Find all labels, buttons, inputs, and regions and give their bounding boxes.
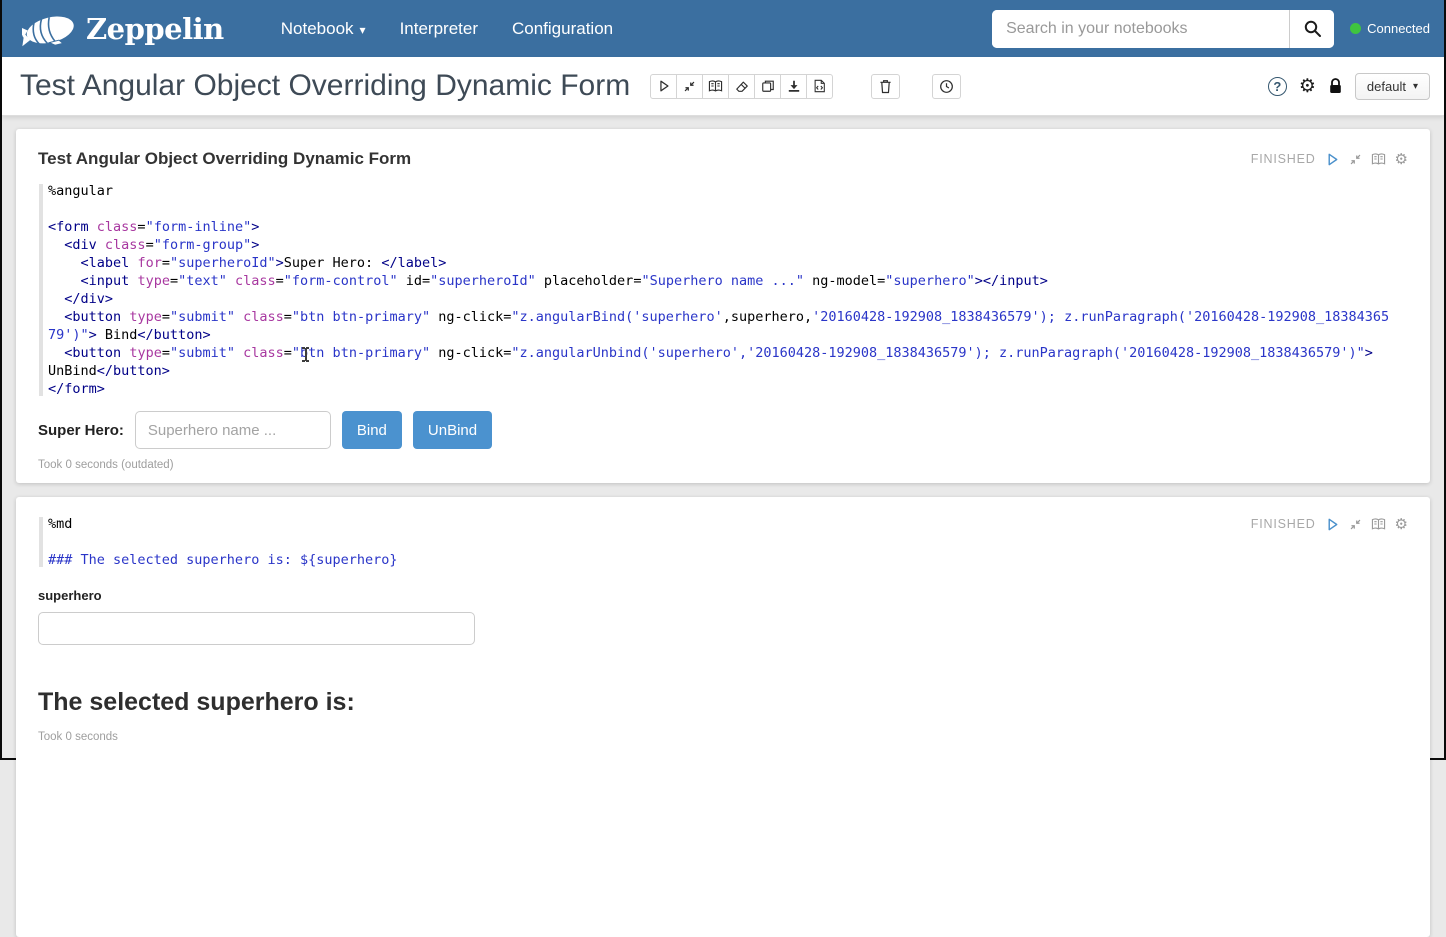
code-line[interactable]: UnBind</button> bbox=[48, 362, 1408, 380]
editor-gutter bbox=[39, 517, 43, 567]
execution-time: Took 0 seconds (outdated) bbox=[38, 459, 1408, 471]
delete-note-button[interactable] bbox=[871, 74, 900, 99]
download-icon bbox=[787, 79, 801, 93]
code-line[interactable]: <input type="text" class="form-control" … bbox=[48, 272, 1408, 290]
dynamic-form-superhero-input[interactable] bbox=[38, 612, 475, 645]
paragraph-angular: Test Angular Object Overriding Dynamic F… bbox=[16, 129, 1430, 483]
clock-icon bbox=[939, 79, 954, 94]
zeppelin-airship-icon bbox=[22, 9, 78, 49]
status-badge: FINISHED bbox=[1251, 152, 1316, 166]
collapse-paragraph-icon[interactable] bbox=[1349, 153, 1362, 166]
paragraph-title: Test Angular Object Overriding Dynamic F… bbox=[38, 149, 411, 169]
unbind-button[interactable]: UnBind bbox=[413, 411, 492, 449]
code-line[interactable]: <label for="superheroId">Super Hero: </l… bbox=[48, 254, 1408, 272]
show-editor-icon[interactable] bbox=[1371, 152, 1386, 166]
play-icon bbox=[657, 79, 671, 93]
paragraph-markdown: FINISHED ⚙ %md ### The selected superher… bbox=[16, 497, 1430, 937]
markdown-heading: The selected superhero is: bbox=[38, 688, 1408, 717]
code-line[interactable]: %angular bbox=[48, 182, 1408, 200]
code-editor-markdown[interactable]: %md ### The selected superhero is: ${sup… bbox=[39, 515, 1408, 569]
code-line[interactable]: </form> bbox=[48, 380, 1408, 398]
help-icon[interactable]: ? bbox=[1268, 77, 1287, 96]
show-hide-code-button[interactable] bbox=[702, 74, 729, 99]
search-button[interactable] bbox=[1289, 10, 1334, 48]
clear-output-button[interactable] bbox=[728, 74, 755, 99]
code-line[interactable]: <button type="submit" class="btn btn-pri… bbox=[48, 344, 1408, 362]
run-all-paragraphs-button[interactable] bbox=[650, 74, 677, 99]
code-line[interactable]: %md bbox=[48, 515, 1408, 533]
export-note-button[interactable] bbox=[780, 74, 807, 99]
run-paragraph-icon[interactable] bbox=[1325, 152, 1340, 167]
top-navbar: Zeppelin Notebook ▾ Interpreter Configur… bbox=[2, 0, 1444, 57]
chevron-down-icon: ▾ bbox=[360, 23, 366, 37]
nav-notebook[interactable]: Notebook ▾ bbox=[264, 19, 383, 39]
zeppelin-logo[interactable]: Zeppelin bbox=[22, 9, 224, 49]
superhero-input[interactable] bbox=[135, 411, 331, 449]
connection-label: Connected bbox=[1367, 21, 1430, 36]
clone-note-button[interactable] bbox=[754, 74, 781, 99]
collapse-arrows-icon bbox=[683, 80, 696, 93]
code-line[interactable]: 79')"> Bind</button> bbox=[48, 326, 1408, 344]
search-icon bbox=[1303, 19, 1322, 38]
brand-name: Zeppelin bbox=[86, 12, 224, 46]
paragraph-settings-gear-icon[interactable]: ⚙ bbox=[1395, 150, 1408, 168]
collapse-button[interactable] bbox=[676, 74, 703, 99]
lock-icon[interactable] bbox=[1328, 77, 1343, 95]
paragraph-controls: FINISHED ⚙ bbox=[1251, 150, 1408, 168]
note-toolbar bbox=[650, 74, 833, 99]
clone-icon bbox=[761, 79, 775, 93]
editor-gutter bbox=[39, 184, 43, 396]
code-line[interactable]: </div> bbox=[48, 290, 1408, 308]
chevron-down-icon: ▾ bbox=[1413, 81, 1418, 92]
interpreter-binding-dropdown[interactable]: default ▾ bbox=[1355, 73, 1430, 100]
settings-gear-icon[interactable]: ⚙ bbox=[1299, 77, 1316, 96]
connected-dot-icon bbox=[1350, 23, 1361, 34]
superhero-label: Super Hero: bbox=[38, 422, 124, 439]
dynamic-form-label: superhero bbox=[38, 588, 1408, 603]
scheduler-button[interactable] bbox=[932, 74, 961, 99]
note-title[interactable]: Test Angular Object Overriding Dynamic F… bbox=[20, 69, 630, 103]
code-editor-angular[interactable]: %angular <form class="form-inline"> <div… bbox=[39, 182, 1408, 398]
code-line[interactable] bbox=[48, 533, 1408, 551]
notebook-search bbox=[992, 10, 1334, 48]
code-line[interactable] bbox=[48, 200, 1408, 218]
code-line[interactable]: <form class="form-inline"> bbox=[48, 218, 1408, 236]
angular-rendered-form: Super Hero: Bind UnBind bbox=[38, 411, 1408, 449]
code-line[interactable]: ### The selected superhero is: ${superhe… bbox=[48, 551, 1408, 569]
note-action-bar: Test Angular Object Overriding Dynamic F… bbox=[2, 57, 1444, 116]
code-line[interactable]: <div class="form-group"> bbox=[48, 236, 1408, 254]
connection-status: Connected bbox=[1350, 21, 1430, 36]
execution-time: Took 0 seconds bbox=[38, 731, 1408, 743]
trash-icon bbox=[879, 79, 892, 94]
book-icon bbox=[708, 79, 723, 93]
code-line[interactable]: <button type="submit" class="btn btn-pri… bbox=[48, 308, 1408, 326]
bind-button[interactable]: Bind bbox=[342, 411, 402, 449]
export-code-button[interactable] bbox=[806, 74, 833, 99]
eraser-icon bbox=[735, 80, 749, 93]
nav-configuration[interactable]: Configuration bbox=[495, 19, 630, 39]
nav-interpreter[interactable]: Interpreter bbox=[383, 19, 495, 39]
code-file-icon bbox=[813, 79, 826, 93]
search-input[interactable] bbox=[992, 10, 1289, 48]
